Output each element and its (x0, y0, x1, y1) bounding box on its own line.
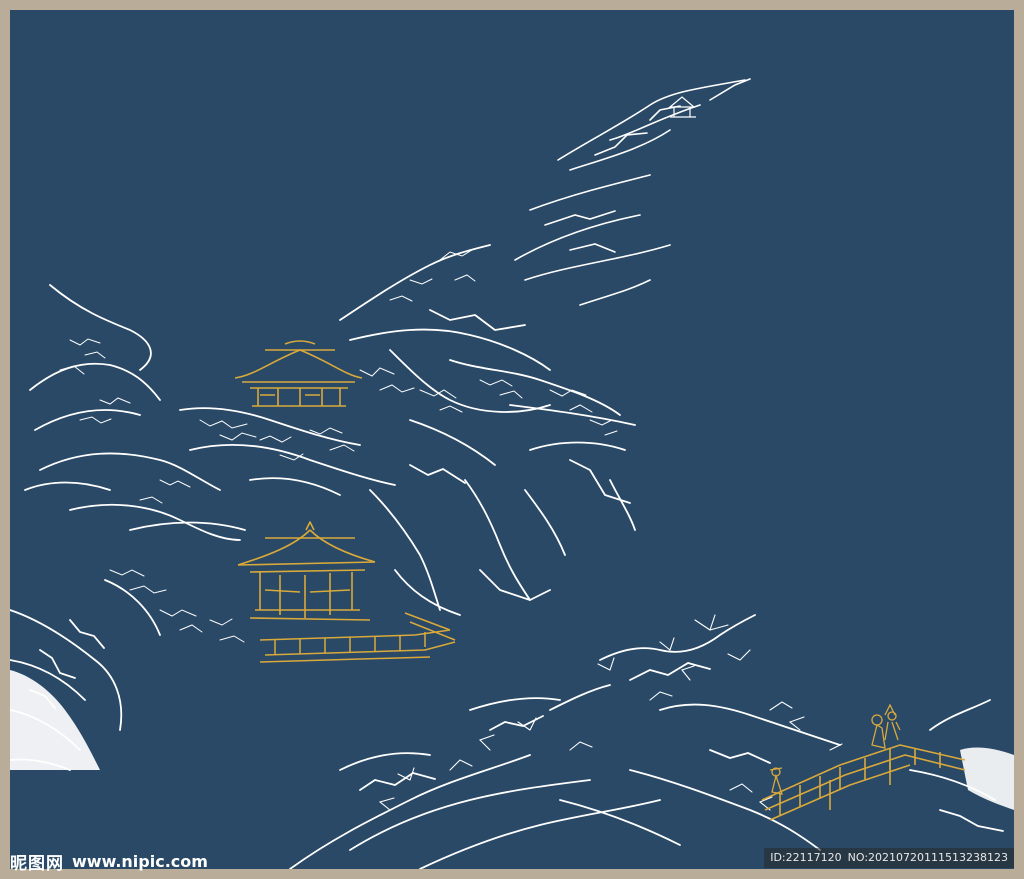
painting-canvas (10, 10, 1014, 869)
watermark-image-id: ID:22117120 (770, 851, 842, 864)
watermark-image-no: NO:20210720111513238123 (847, 851, 1008, 864)
watermark-site: 昵图网 www.nipic.com (0, 843, 300, 879)
picture-frame: 昵图网 www.nipic.com ID:22117120 NO:2021072… (0, 0, 1024, 879)
landscape-painting (10, 10, 1014, 869)
watermark-id-bar: ID:22117120 NO:20210720111513238123 (764, 848, 1014, 868)
watermark-logo: 昵图网 (10, 853, 64, 874)
watermark-url: www.nipic.com (72, 851, 208, 871)
